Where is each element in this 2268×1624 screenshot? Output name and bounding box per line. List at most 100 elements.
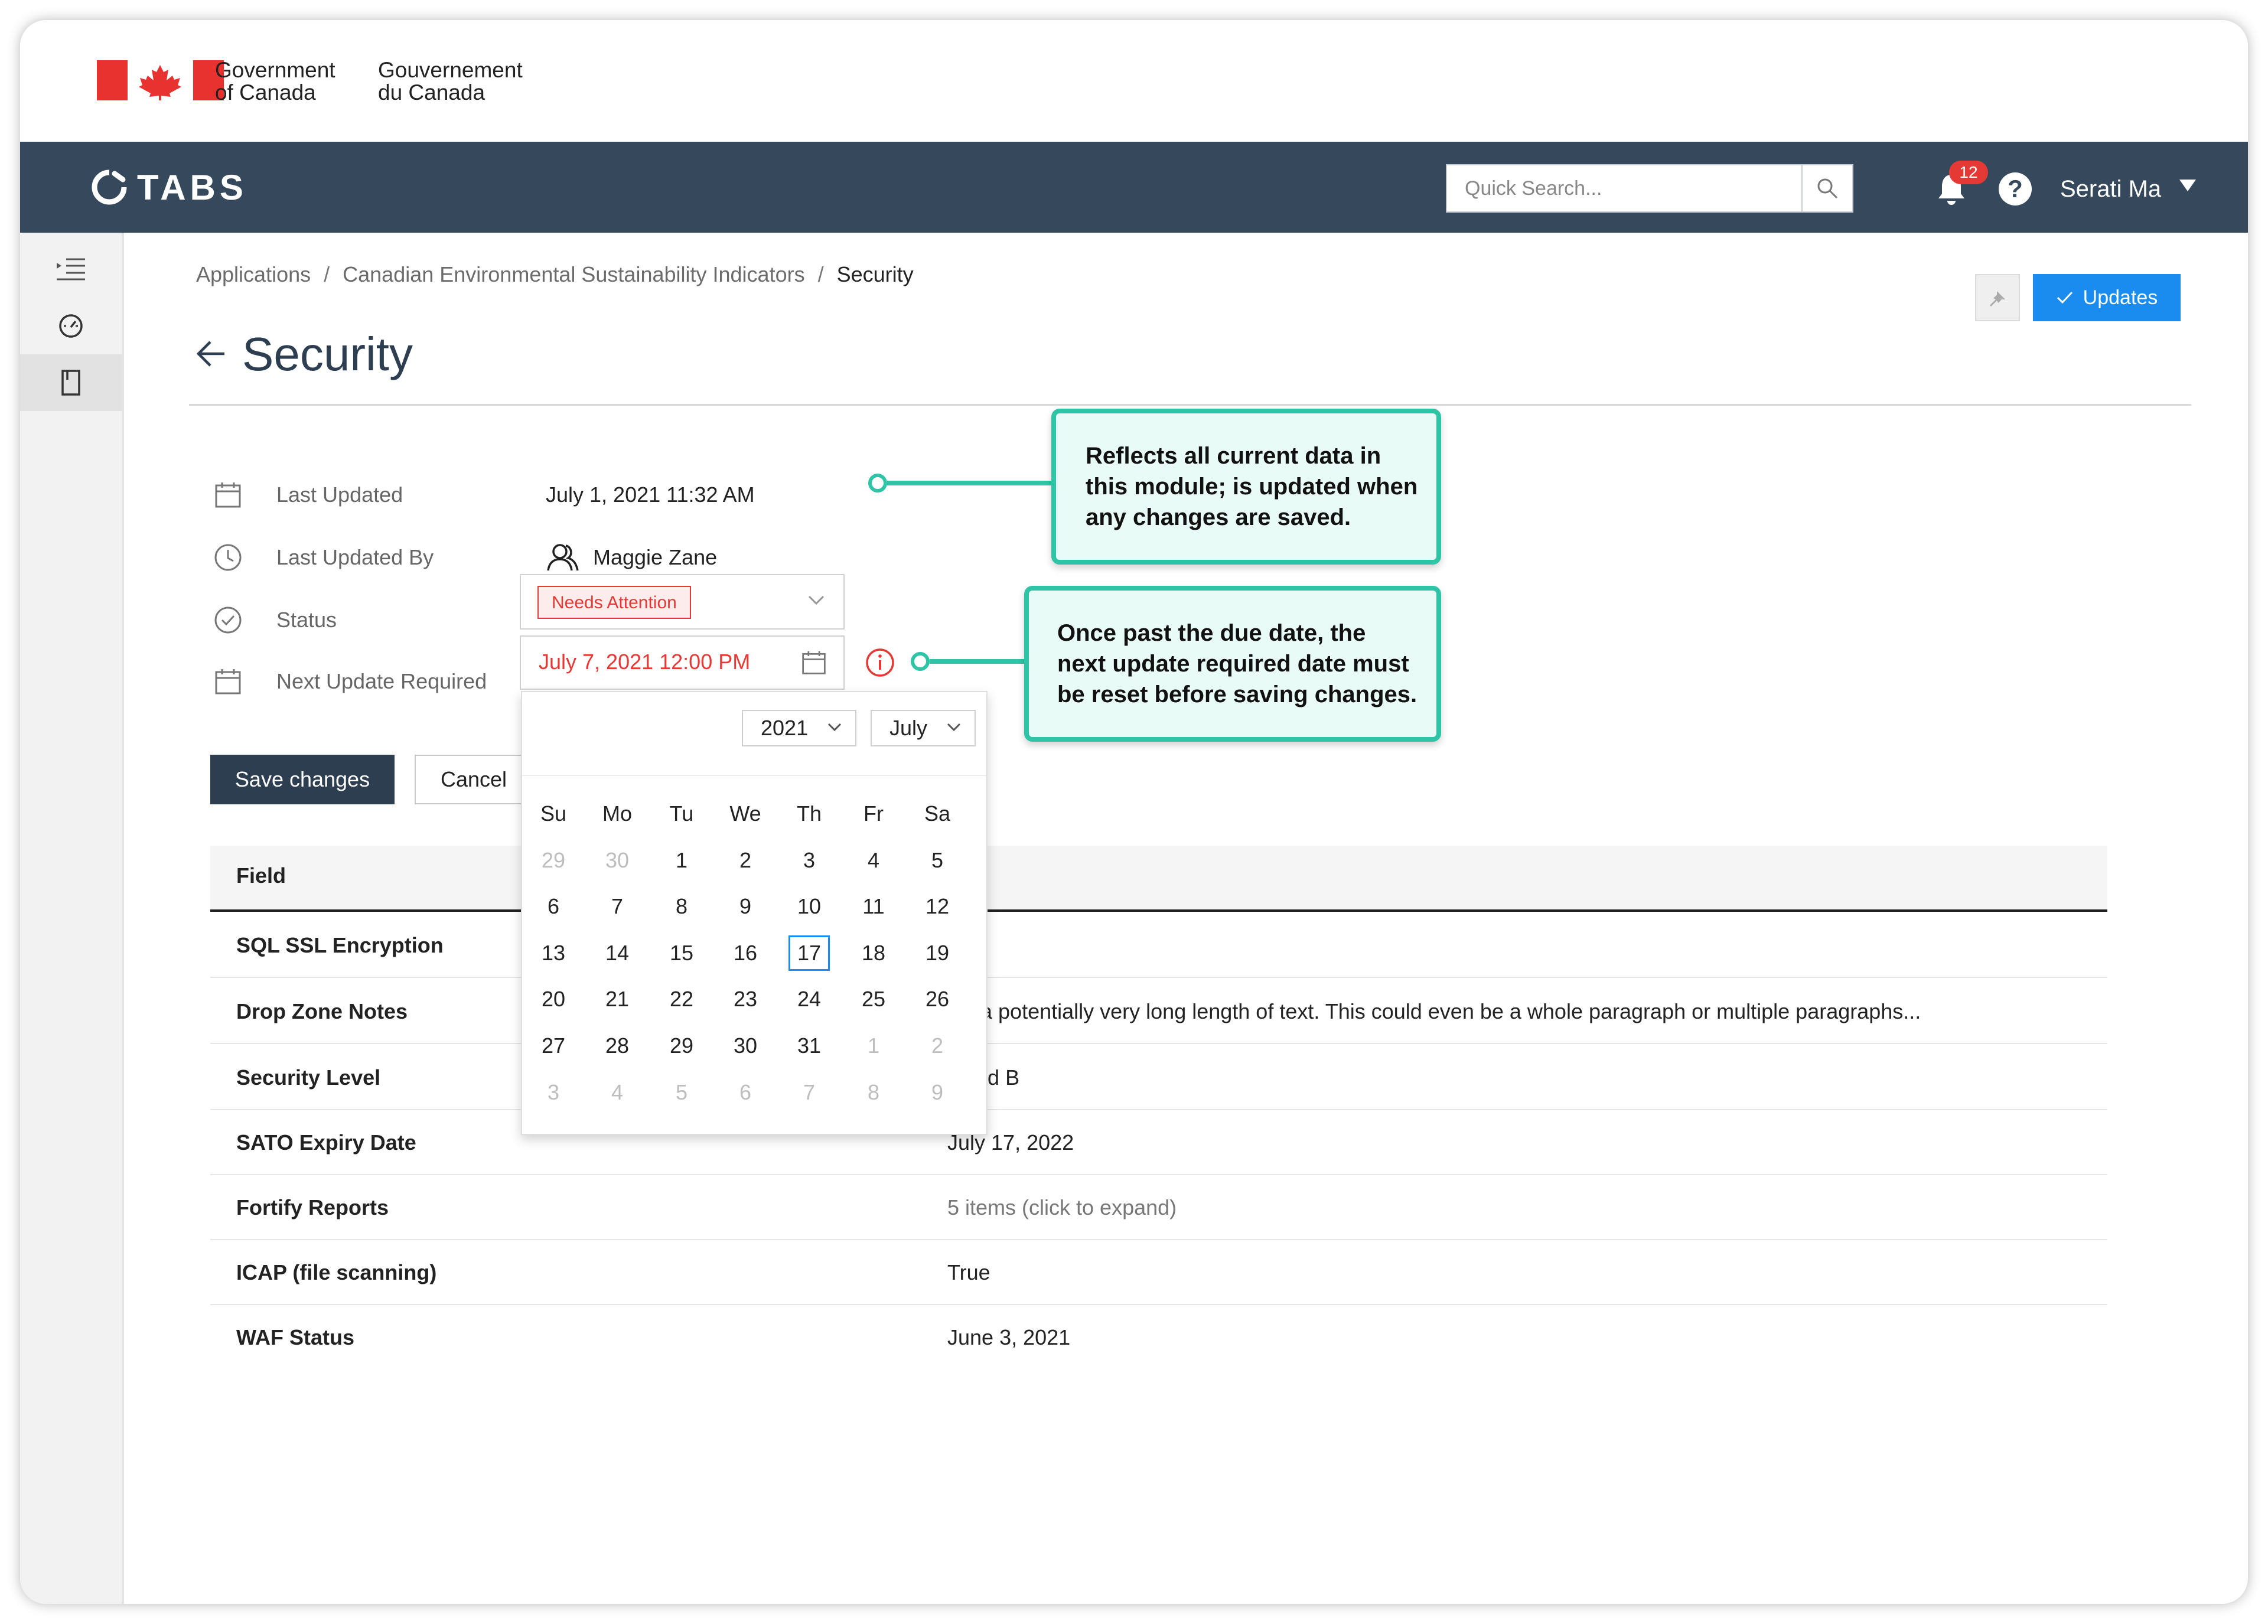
calendar-day[interactable]: 4 bbox=[597, 1075, 638, 1110]
user-menu-caret-icon[interactable] bbox=[2179, 180, 2196, 191]
sidebar-item-menu[interactable] bbox=[20, 241, 122, 298]
calendar-day[interactable]: 24 bbox=[788, 981, 830, 1017]
calendar-day[interactable]: 28 bbox=[597, 1028, 638, 1064]
field-value: June 3, 2021 bbox=[947, 1325, 1071, 1349]
updates-button-label: Updates bbox=[2083, 286, 2158, 309]
breadcrumb-item-applications[interactable]: Applications bbox=[196, 262, 311, 286]
calendar-icon-wrapper bbox=[211, 478, 245, 511]
calendar-day[interactable]: 27 bbox=[533, 1028, 574, 1064]
search-input[interactable] bbox=[1447, 165, 1804, 211]
calendar-day[interactable]: 6 bbox=[725, 1075, 766, 1110]
status-select[interactable]: Needs Attention bbox=[520, 574, 845, 630]
table-row[interactable]: Fortify Reports 5 items (click to expand… bbox=[210, 1174, 2107, 1240]
calendar-day[interactable]: 12 bbox=[917, 889, 958, 924]
calendar-day[interactable]: 15 bbox=[661, 935, 702, 971]
calendar-day[interactable]: 25 bbox=[853, 981, 894, 1017]
title-divider bbox=[189, 404, 2191, 406]
calendar-day[interactable]: 17 bbox=[788, 935, 830, 971]
callout-next-update: Once past the due date, the next update … bbox=[1024, 586, 1441, 742]
calendar-day[interactable]: 13 bbox=[533, 935, 574, 971]
callout-anchor-dot bbox=[868, 474, 887, 493]
last-updated-value: July 1, 2021 11:32 AM bbox=[546, 482, 755, 507]
calendar-day[interactable]: 23 bbox=[725, 981, 766, 1017]
next-update-label: Next Update Required bbox=[276, 669, 487, 693]
status-icon-wrapper bbox=[211, 604, 245, 637]
calendar-day[interactable]: 30 bbox=[725, 1028, 766, 1064]
pin-button[interactable] bbox=[1975, 274, 2020, 321]
calendar-day[interactable]: 9 bbox=[725, 889, 766, 924]
field-name: SATO Expiry Date bbox=[236, 1130, 416, 1155]
calendar-icon[interactable] bbox=[801, 650, 827, 676]
app-window: Government of Canada Gouvernement du Can… bbox=[20, 20, 2248, 1604]
callout-line: next update required date must bbox=[1057, 651, 1409, 677]
field-value: True bbox=[947, 1260, 990, 1284]
callout-line: be reset before saving changes. bbox=[1057, 681, 1418, 707]
calendar-day[interactable]: 26 bbox=[917, 981, 958, 1017]
month-select[interactable]: July bbox=[871, 710, 976, 746]
next-update-date-input[interactable]: July 7, 2021 12:00 PM bbox=[520, 635, 845, 690]
column-header-field: Field bbox=[236, 863, 286, 888]
top-navigation-bar: TABS 12 ? Serati Ma bbox=[20, 142, 2248, 233]
back-arrow-icon[interactable] bbox=[195, 338, 227, 370]
calendar-day[interactable]: 14 bbox=[597, 935, 638, 971]
calendar-day[interactable]: 7 bbox=[597, 889, 638, 924]
calendar-day[interactable]: 16 bbox=[725, 935, 766, 971]
calendar-day[interactable]: 6 bbox=[533, 889, 574, 924]
calendar-day[interactable]: 19 bbox=[917, 935, 958, 971]
field-name: SQL SSL Encryption bbox=[236, 933, 444, 957]
calendar-day[interactable]: 5 bbox=[661, 1075, 702, 1110]
user-menu[interactable]: Serati Ma bbox=[2060, 172, 2161, 206]
sidebar-item-bookmark[interactable] bbox=[20, 354, 122, 411]
expand-items-link[interactable]: 5 items (click to expand) bbox=[947, 1195, 1177, 1220]
year-select-value: 2021 bbox=[761, 716, 809, 740]
table-row: WAF Status June 3, 2021 bbox=[210, 1304, 2107, 1369]
calendar-day[interactable]: 20 bbox=[533, 981, 574, 1017]
callout-line: this module; is updated when bbox=[1086, 474, 1418, 500]
calendar-day[interactable]: 3 bbox=[788, 843, 830, 878]
callout-line: Once past the due date, the bbox=[1057, 620, 1366, 646]
calendar-day[interactable]: 18 bbox=[853, 935, 894, 971]
calendar-day[interactable]: 5 bbox=[917, 843, 958, 878]
calendar-day[interactable]: 3 bbox=[533, 1075, 574, 1110]
sidebar-item-dashboard[interactable] bbox=[20, 298, 122, 354]
cancel-button[interactable]: Cancel bbox=[415, 755, 533, 804]
page-title: Security bbox=[242, 328, 413, 380]
calendar-day[interactable]: 4 bbox=[853, 843, 894, 878]
calendar-day[interactable]: 21 bbox=[597, 981, 638, 1017]
calendar-day[interactable]: 10 bbox=[788, 889, 830, 924]
calendar-day[interactable]: 9 bbox=[917, 1075, 958, 1110]
meta-status: Status bbox=[211, 602, 337, 638]
check-icon bbox=[2057, 291, 2073, 304]
table-row: Security Level ected B bbox=[210, 1044, 2107, 1110]
calendar-day[interactable]: 22 bbox=[661, 981, 702, 1017]
calendar-day[interactable]: 29 bbox=[533, 843, 574, 878]
calendar-day[interactable]: 8 bbox=[853, 1075, 894, 1110]
callout-line: any changes are saved. bbox=[1086, 504, 1351, 530]
last-updated-by-value: Maggie Zane bbox=[593, 545, 718, 569]
quick-search bbox=[1446, 164, 1853, 213]
calendar-day[interactable]: 7 bbox=[788, 1075, 830, 1110]
save-changes-button[interactable]: Save changes bbox=[210, 755, 395, 804]
app-logo[interactable]: TABS bbox=[91, 167, 247, 208]
search-button[interactable] bbox=[1801, 165, 1852, 211]
weekday-header: We bbox=[729, 801, 761, 826]
breadcrumb-item-application[interactable]: Canadian Environmental Sustainability In… bbox=[343, 262, 804, 286]
calendar-day[interactable]: 11 bbox=[853, 889, 894, 924]
calendar-day[interactable]: 8 bbox=[661, 889, 702, 924]
help-icon[interactable]: ? bbox=[1999, 172, 2032, 206]
calendar-day[interactable]: 30 bbox=[597, 843, 638, 878]
calendar-day[interactable]: 1 bbox=[661, 843, 702, 878]
calendar-day[interactable]: 2 bbox=[917, 1028, 958, 1064]
updates-button[interactable]: Updates bbox=[2033, 274, 2181, 321]
calendar-day[interactable]: 31 bbox=[788, 1028, 830, 1064]
calendar-day[interactable]: 1 bbox=[853, 1028, 894, 1064]
table-row: SQL SSL Encryption e bbox=[210, 912, 2107, 978]
bookmark-icon bbox=[61, 370, 80, 396]
meta-last-updated-by: Last Updated By Maggie Zane bbox=[211, 540, 717, 575]
calendar-day[interactable]: 29 bbox=[661, 1028, 702, 1064]
field-name: Drop Zone Notes bbox=[236, 999, 408, 1023]
field-value: ; is a potentially very long length of t… bbox=[947, 999, 1921, 1023]
tabs-logo-icon bbox=[92, 169, 127, 205]
year-select[interactable]: 2021 bbox=[742, 710, 856, 746]
calendar-day[interactable]: 2 bbox=[725, 843, 766, 878]
